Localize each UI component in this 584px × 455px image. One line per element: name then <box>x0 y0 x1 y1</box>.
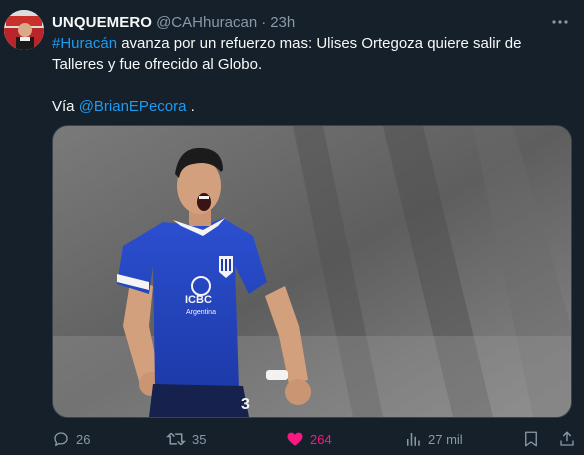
repost-button[interactable]: 35 <box>166 429 206 449</box>
like-button[interactable]: 264 <box>286 429 332 449</box>
tweet-text-body: avanza por un refuerzo mas: Ulises Orteg… <box>52 35 522 73</box>
via-suffix: . <box>186 98 195 115</box>
tweet-via-line: Vía @BrianEPecora . <box>52 96 572 117</box>
via-prefix: Vía <box>52 98 79 115</box>
separator-dot: · <box>261 13 267 31</box>
views-icon <box>404 430 422 448</box>
reply-icon <box>52 430 70 448</box>
like-icon <box>286 430 304 448</box>
avatar-image <box>4 10 44 50</box>
author-handle[interactable]: @CAHhuracan <box>156 14 257 31</box>
views-button[interactable]: 27 mil <box>404 429 463 449</box>
repost-icon <box>166 430 186 448</box>
tweet-header: UNQUEMERO @CAHhuracan · 23h <box>52 12 570 32</box>
tweet-time[interactable]: 23h <box>270 14 295 31</box>
tweet-media-photo[interactable]: ICBC Argentina 3 <box>52 125 572 418</box>
author-name[interactable]: UNQUEMERO <box>52 14 152 31</box>
reply-button[interactable]: 26 <box>52 429 90 449</box>
bookmark-button[interactable] <box>522 429 540 449</box>
reply-count: 26 <box>76 431 91 447</box>
avatar[interactable] <box>4 10 44 50</box>
jersey-sub-text: Argentina <box>186 309 216 316</box>
player-photo <box>53 126 571 417</box>
tweet-text: #Huracán avanza por un refuerzo mas: Uli… <box>52 33 572 117</box>
more-icon[interactable] <box>550 12 570 32</box>
share-icon <box>558 430 576 448</box>
repost-count: 35 <box>192 431 207 447</box>
hashtag-link[interactable]: #Huracán <box>52 35 117 52</box>
views-count: 27 mil <box>428 431 463 447</box>
share-button[interactable] <box>558 429 576 449</box>
like-count: 264 <box>310 431 332 447</box>
tweet-actions: 26 35 264 27 mil <box>52 429 580 449</box>
jersey-number-text: 3 <box>241 396 250 413</box>
jersey-brand-text: ICBC <box>185 294 212 306</box>
tweet-text-paragraph: #Huracán avanza por un refuerzo mas: Uli… <box>52 33 572 75</box>
bookmark-icon <box>522 430 540 448</box>
mention-link[interactable]: @BrianEPecora <box>79 98 187 115</box>
